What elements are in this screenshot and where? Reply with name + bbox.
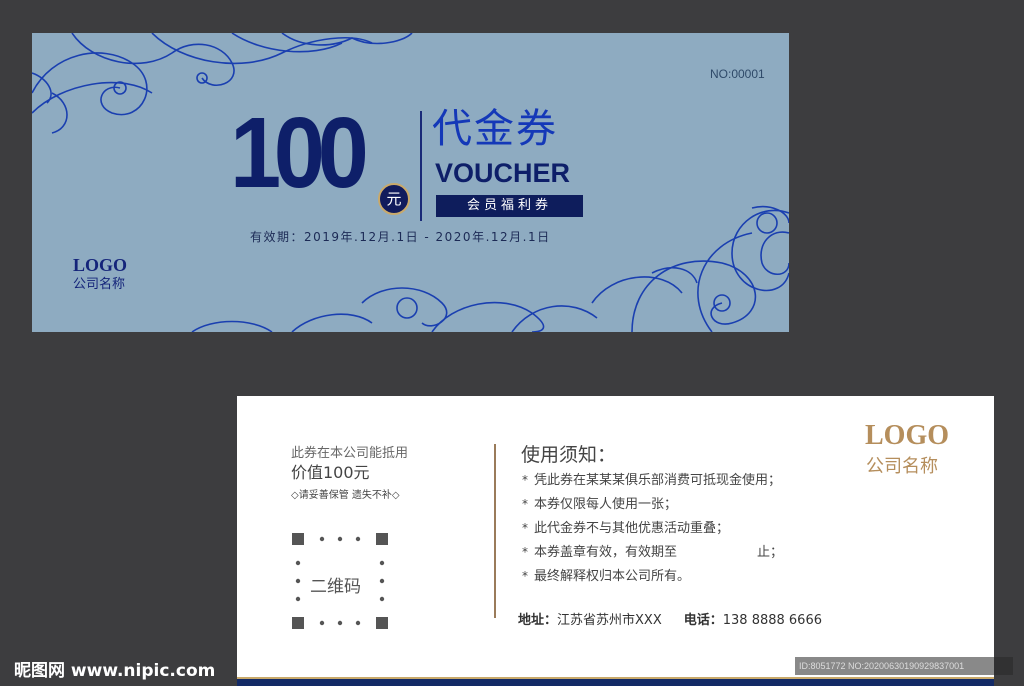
voucher-title-cn: 代金券	[432, 106, 558, 152]
voucher-front: NO:00001 100 元 代金券 VOUCHER 会员福利券 有效期：201…	[32, 33, 789, 332]
usage-rules-list: * 凭此券在某某某俱乐部消费可抵现金使用； * 本券仅限每人使用一张； * 此代金券不…	[522, 470, 783, 590]
cloud-pattern-decoration	[32, 33, 789, 332]
usage-notice-title: 使用须知：	[521, 444, 617, 466]
keep-safe-note: ◇请妥善保管 遗失不补◇	[291, 490, 400, 501]
address-value: 江苏省苏州市XXX	[557, 613, 662, 628]
rule-item: * 凭此券在某某某俱乐部消费可抵现金使用；	[522, 473, 782, 488]
back-company-name: 公司名称	[866, 456, 938, 477]
title-divider	[420, 111, 422, 221]
voucher-amount: 100	[230, 97, 369, 209]
site-watermark: 昵图网 www.nipic.com	[14, 661, 216, 681]
rule-item: * 最终解释权归本公司所有。	[522, 569, 691, 584]
address-label: 地址：	[518, 613, 558, 628]
rule-item: * 本券盖章有效，有效期至 止；	[522, 545, 784, 560]
validity-period: 有效期：2019年.12月.1日 - 2020年.12月.1日	[250, 230, 551, 244]
rule-item: * 本券仅限每人使用一张；	[522, 497, 678, 512]
contact-info: 地址：江苏省苏州市XXX 电话：138 8888 6666	[518, 609, 822, 628]
serial-number: NO:00001	[710, 67, 765, 81]
welfare-label: 会员福利券	[436, 195, 583, 217]
front-company-name: 公司名称	[73, 277, 126, 292]
image-id-watermark: ID:8051772 NO:20200630190929837001	[795, 657, 1013, 675]
back-logo: LOGO	[865, 420, 950, 451]
redeem-value: 价值100元	[291, 463, 370, 482]
phone-label: 电话：	[683, 613, 723, 628]
back-divider	[494, 444, 496, 618]
rule-item: * 此代金券不与其他优惠活动重叠；	[522, 521, 730, 536]
qr-code-label: 二维码	[310, 577, 361, 597]
phone-value: 138 8888 6666	[722, 613, 822, 628]
currency-unit-badge: 元	[378, 183, 410, 215]
back-bottom-strip	[237, 677, 994, 686]
voucher-back: 此券在本公司能抵用 价值100元 ◇请妥善保管 遗失不补◇ 二维码 使用须知： …	[237, 396, 994, 686]
voucher-title-en: VOUCHER	[435, 158, 571, 188]
